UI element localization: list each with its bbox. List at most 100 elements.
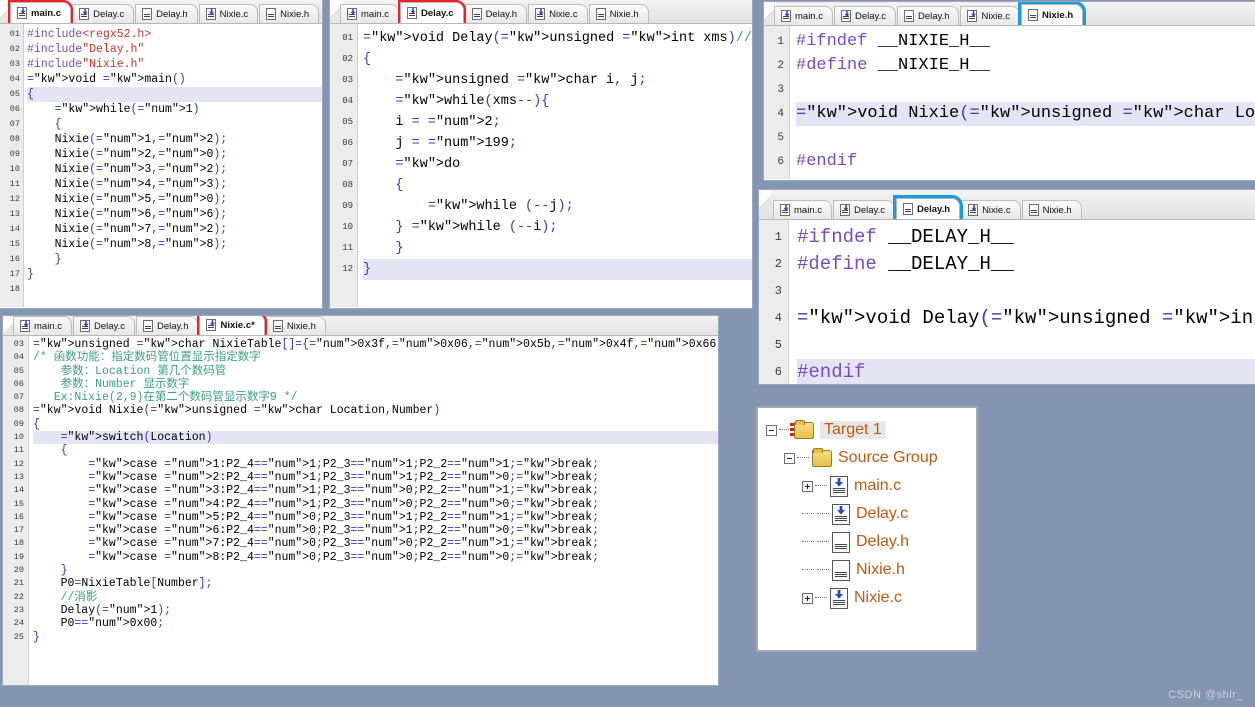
tabstrip-nixie-c[interactable]: main.c Delay.c Delay.h Nixie.c* Nixie.h <box>3 316 718 336</box>
code-line[interactable]: Nixie(="num">4,="num">3); <box>27 177 322 192</box>
project-tree-panel[interactable]: Target 1 Source Group main.c Delay.c Delay.h… <box>757 407 977 651</box>
tab-nixie-c[interactable]: Nixie.c <box>198 4 259 23</box>
editor-panel-delay-c[interactable]: main.c Delay.c Delay.h Nixie.c Nixie.h 01 02 0… <box>330 0 752 308</box>
code-line[interactable]: #include"Nixie.h" <box>27 57 322 72</box>
tabstrip-delay-h[interactable]: main.c Delay.c Delay.h Nixie.c Nixie.h <box>759 190 1255 220</box>
tree-item-main-c[interactable]: main.c <box>766 472 970 500</box>
collapse-minus-icon[interactable] <box>766 424 777 436</box>
code-area-delay-h[interactable]: 1 2 3 4 5 6 #ifndef __DELAY_H__ #define __DELA… <box>759 220 1255 384</box>
tab-main-c[interactable]: main.c <box>13 316 72 335</box>
code-line[interactable]: P0=NixieTable[Number]; <box>33 577 718 590</box>
code-line[interactable]: #endif <box>797 359 1255 384</box>
code-line[interactable] <box>797 278 1255 305</box>
code-line[interactable]: { <box>27 87 322 102</box>
code-line[interactable]: } <box>33 631 718 644</box>
code-line[interactable]: ="kw">while(xms--){ <box>363 91 752 112</box>
tab-main-c[interactable]: main.c <box>774 6 833 25</box>
code-line[interactable]: } <box>363 259 752 280</box>
tree-item-nixie-h[interactable]: Nixie.h <box>766 556 970 584</box>
tab-delay-h[interactable]: Delay.h <box>896 6 960 25</box>
code-line[interactable]: ="kw">void Nixie(="kw">unsigned ="kw">ch… <box>796 102 1255 126</box>
code-line[interactable]: #endif <box>796 150 1255 174</box>
code-lines[interactable]: #ifndef __DELAY_H__ #define __DELAY_H__ =… <box>789 220 1255 384</box>
tab-nixie-h[interactable]: Nixie.h <box>265 316 326 335</box>
code-area-nixie-c[interactable]: 03 04 05 06 07 08 09 10 11 12 13 14 15 16 17 18 19 20 21 22… <box>3 336 718 685</box>
code-line[interactable]: } ="kw">while (--i); <box>363 217 752 238</box>
code-line[interactable]: Delay(="num">1); <box>33 604 718 617</box>
code-lines[interactable]: ="kw">void Delay(="kw">unsigned ="kw">in… <box>358 24 752 307</box>
tab-nixie-c[interactable]: Nixie.c <box>528 4 588 23</box>
tab-delay-h[interactable]: Delay.h <box>135 316 199 335</box>
code-line[interactable]: ="kw">case ="num">1:P2_4=="num">1;P2_3==… <box>33 458 718 471</box>
tree-item-delay-h[interactable]: Delay.h <box>766 528 970 556</box>
tree-item-nixie-c[interactable]: Nixie.c <box>766 584 970 612</box>
code-area-nixie-h[interactable]: 1 2 3 4 5 6 #ifndef __NIXIE_H__ #define __NIXI… <box>764 26 1255 179</box>
code-line[interactable]: ="kw">switch(Location) <box>33 431 718 445</box>
code-lines[interactable]: #ifndef __NIXIE_H__ #define __NIXIE_H__ =… <box>790 26 1255 179</box>
code-line[interactable] <box>797 332 1255 359</box>
code-line[interactable]: Nixie(="num">5,="num">0); <box>27 192 322 207</box>
code-line[interactable]: Nixie(="num">6,="num">6); <box>27 207 322 222</box>
code-line[interactable]: i = ="num">2; <box>363 112 752 133</box>
tab-nixie-c[interactable]: Nixie.c <box>960 6 1020 25</box>
code-line[interactable]: ="kw">case ="num">3:P2_4=="num">1;P2_3==… <box>33 484 718 497</box>
code-line[interactable]: ="kw">void Delay(="kw">unsigned ="kw">in… <box>797 305 1255 332</box>
tab-nixie-h[interactable]: Nixie.h <box>259 4 320 23</box>
code-line[interactable]: j = ="num">199; <box>363 133 752 154</box>
editor-panel-delay-h[interactable]: main.c Delay.c Delay.h Nixie.c Nixie.h 1 2 3 4 5… <box>759 190 1255 384</box>
tab-delay-c[interactable]: Delay.c <box>832 200 895 219</box>
code-line[interactable]: ="kw">void Delay(="kw">unsigned ="kw">in… <box>363 28 752 49</box>
tabstrip-nixie-h[interactable]: main.c Delay.c Delay.h Nixie.c Nixie.h <box>764 2 1255 26</box>
editor-panel-nixie-c[interactable]: main.c Delay.c Delay.h Nixie.c* Nixie.h 03 04… <box>3 316 718 685</box>
editor-panel-nixie-h[interactable]: main.c Delay.c Delay.h Nixie.c Nixie.h 1 2 3 4 5… <box>764 2 1255 180</box>
code-line[interactable]: { <box>33 444 718 457</box>
code-line[interactable]: P0=="num">0x00; <box>33 617 718 630</box>
tab-delay-c[interactable]: Delay.c <box>833 6 896 25</box>
project-tree[interactable]: Target 1 Source Group main.c Delay.c Delay.h… <box>758 408 976 618</box>
collapse-minus-icon[interactable] <box>784 452 795 464</box>
code-line[interactable]: ="kw">void ="kw">main() <box>27 72 322 87</box>
editor-panel-main-c[interactable]: main.c Delay.c Delay.h Nixie.c Nixie.h 01 02 0… <box>0 0 322 308</box>
code-line[interactable]: Nixie(="num">1,="num">2); <box>27 132 322 147</box>
code-line[interactable] <box>796 78 1255 102</box>
tree-item-delay-c[interactable]: Delay.c <box>766 500 970 528</box>
code-line[interactable]: ="kw">case ="num">6:P2_4=="num">0;P2_3==… <box>33 524 718 537</box>
code-line[interactable]: ="kw">case ="num">8:P2_4=="num">0;P2_3==… <box>33 551 718 564</box>
code-line[interactable]: ="kw">case ="num">4:P2_4=="num">1;P2_3==… <box>33 498 718 511</box>
code-line[interactable]: Ex:Nixie(2,9)在第二个数码管显示数字9 */ <box>33 391 718 404</box>
code-line[interactable]: Nixie(="num">7,="num">2); <box>27 222 322 237</box>
expand-plus-icon[interactable] <box>802 592 813 604</box>
code-line[interactable]: ="kw">unsigned ="kw">char i, j; <box>363 70 752 91</box>
tab-delay-c[interactable]: Delay.c <box>72 4 135 23</box>
code-line[interactable]: 参数：Number 显示数字 <box>33 378 718 391</box>
tab-delay-h[interactable]: Delay.h <box>464 4 528 23</box>
tab-nixie-h[interactable]: Nixie.h <box>588 4 649 23</box>
code-line[interactable]: 参数：Location 第几个数码管 <box>33 365 718 378</box>
code-area-main-c[interactable]: 01 02 03 04 05 06 07 08 09 10 11 12 13 14 15 16 17 18 #in… <box>0 24 322 307</box>
code-lines[interactable]: #include<regx52.h> #include"Delay.h" #incl… <box>24 24 322 307</box>
tree-item-source-group[interactable]: Source Group <box>766 444 970 472</box>
code-line[interactable]: ="kw">case ="num">5:P2_4=="num">0;P2_3==… <box>33 511 718 524</box>
code-line[interactable]: ="kw">unsigned ="kw">char NixieTable[]={… <box>33 338 718 351</box>
code-area-delay-c[interactable]: 01 02 03 04 05 06 07 08 09 10 11 12 ="kw">void Dela… <box>330 24 752 307</box>
tabstrip-delay-c[interactable]: main.c Delay.c Delay.h Nixie.c Nixie.h <box>330 0 752 24</box>
tab-nixie-h[interactable]: Nixie.h <box>1017 2 1087 25</box>
code-line[interactable]: Nixie(="num">2,="num">0); <box>27 147 322 162</box>
tabstrip-main-c[interactable]: main.c Delay.c Delay.h Nixie.c Nixie.h <box>0 0 322 24</box>
code-line[interactable]: #ifndef __NIXIE_H__ <box>796 30 1255 54</box>
code-line[interactable]: //消影 <box>33 591 718 604</box>
code-line[interactable]: /* 函数功能：指定数码管位置显示指定数字 <box>33 351 718 364</box>
tab-main-c[interactable]: main.c <box>340 4 399 23</box>
code-line[interactable]: #ifndef __DELAY_H__ <box>797 224 1255 251</box>
tab-delay-h[interactable]: Delay.h <box>892 195 964 219</box>
tab-main-c[interactable]: main.c <box>773 200 832 219</box>
code-line[interactable]: } <box>363 238 752 259</box>
tab-delay-h[interactable]: Delay.h <box>135 4 198 23</box>
code-line[interactable]: Nixie(="num">3,="num">2); <box>27 162 322 177</box>
code-line[interactable]: ="kw">do <box>363 154 752 175</box>
tab-delay-c[interactable]: Delay.c <box>397 0 466 23</box>
code-line[interactable]: ="kw">while(="num">1) <box>27 102 322 117</box>
code-line[interactable]: #include"Delay.h" <box>27 42 322 57</box>
tab-main-c[interactable]: main.c <box>7 0 74 23</box>
expand-plus-icon[interactable] <box>802 480 813 492</box>
